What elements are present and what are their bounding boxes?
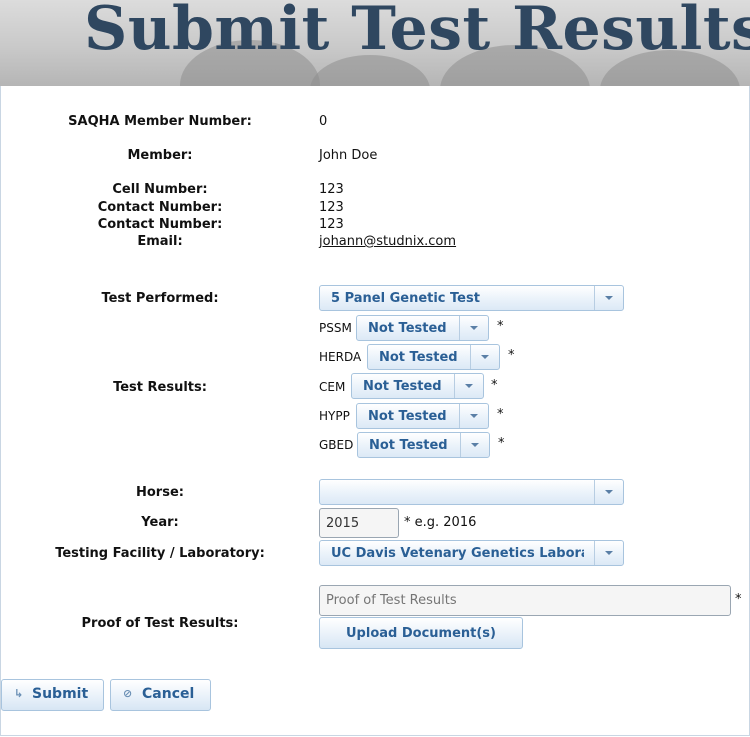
test-results-label: Test Results: [113, 380, 207, 395]
member-name-value: John Doe [319, 148, 378, 163]
upload-document-button[interactable]: Upload Document(s) [319, 617, 523, 649]
chevron-down-icon[interactable] [460, 433, 489, 457]
cem-label: CEM [319, 380, 346, 394]
submit-button-label: Submit [32, 686, 89, 702]
cancel-button[interactable]: ⊘ Cancel [110, 679, 211, 711]
contact-number-label: Contact Number: [97, 200, 223, 215]
herda-label: HERDA [319, 350, 362, 364]
cem-result-value: Not Tested [363, 379, 442, 394]
hypp-result-value: Not Tested [368, 409, 447, 424]
cell-number-label: Cell Number: [112, 182, 208, 197]
proof-required-mark: * [735, 592, 742, 607]
herda-result-dropdown[interactable]: Not Tested [367, 344, 500, 370]
hypp-result-dropdown[interactable]: Not Tested [356, 403, 489, 429]
year-hint: * e.g. 2016 [404, 515, 477, 530]
gbed-result-dropdown[interactable]: Not Tested [357, 432, 490, 458]
gbed-result-value: Not Tested [369, 438, 448, 453]
cell-number-value: 123 [319, 182, 344, 197]
lab-dropdown[interactable]: UC Davis Vetenary Genetics Laboratory [319, 540, 624, 566]
horse-dropdown[interactable] [319, 479, 624, 505]
chevron-down-icon[interactable] [470, 345, 499, 369]
cem-result-dropdown[interactable]: Not Tested [351, 373, 484, 399]
member-label: Member: [127, 148, 193, 163]
hypp-required-mark: * [497, 407, 504, 422]
lab-label: Testing Facility / Laboratory: [55, 546, 265, 561]
contact-number-value: 123 [319, 200, 344, 215]
test-performed-dropdown[interactable]: 5 Panel Genetic Test [319, 285, 624, 311]
contact-number-2-label: Contact Number: [97, 217, 223, 232]
chevron-down-icon[interactable] [459, 404, 488, 428]
herda-result-value: Not Tested [379, 350, 458, 365]
email-label: Email: [137, 234, 183, 249]
arrow-right-icon: ↳ [14, 687, 24, 700]
year-label: Year: [141, 515, 179, 530]
chevron-down-icon[interactable] [459, 316, 488, 340]
proof-input[interactable] [319, 585, 731, 616]
proof-label: Proof of Test Results: [81, 616, 239, 631]
pssm-result-value: Not Tested [368, 321, 447, 336]
submit-button[interactable]: ↳ Submit [1, 679, 104, 711]
gbed-label: GBED [319, 438, 354, 452]
chevron-down-icon[interactable] [594, 480, 623, 504]
cancel-button-label: Cancel [142, 686, 195, 702]
chevron-down-icon[interactable] [594, 286, 623, 310]
hypp-label: HYPP [319, 409, 350, 423]
pssm-required-mark: * [497, 319, 504, 334]
email-link[interactable]: johann@studnix.com [319, 234, 456, 249]
pssm-label: PSSM [319, 321, 352, 335]
pssm-result-dropdown[interactable]: Not Tested [356, 315, 489, 341]
herda-required-mark: * [508, 348, 515, 363]
member-number-value: 0 [319, 114, 328, 129]
member-number-label: SAQHA Member Number: [68, 114, 252, 129]
lab-value: UC Davis Vetenary Genetics Laboratory [331, 546, 584, 561]
page-title: Submit Test Results [84, 0, 750, 64]
cem-required-mark: * [491, 378, 498, 393]
chevron-down-icon[interactable] [594, 541, 623, 565]
test-performed-label: Test Performed: [101, 291, 219, 306]
chevron-down-icon[interactable] [454, 374, 483, 398]
gbed-required-mark: * [498, 436, 505, 451]
cancel-icon: ⊘ [123, 687, 133, 700]
page-banner: Submit Test Results [0, 0, 750, 86]
contact-number-2-value: 123 [319, 217, 344, 232]
test-performed-value: 5 Panel Genetic Test [331, 291, 480, 306]
year-input[interactable] [319, 508, 399, 538]
upload-button-label: Upload Document(s) [346, 626, 496, 641]
horse-label: Horse: [136, 485, 184, 500]
